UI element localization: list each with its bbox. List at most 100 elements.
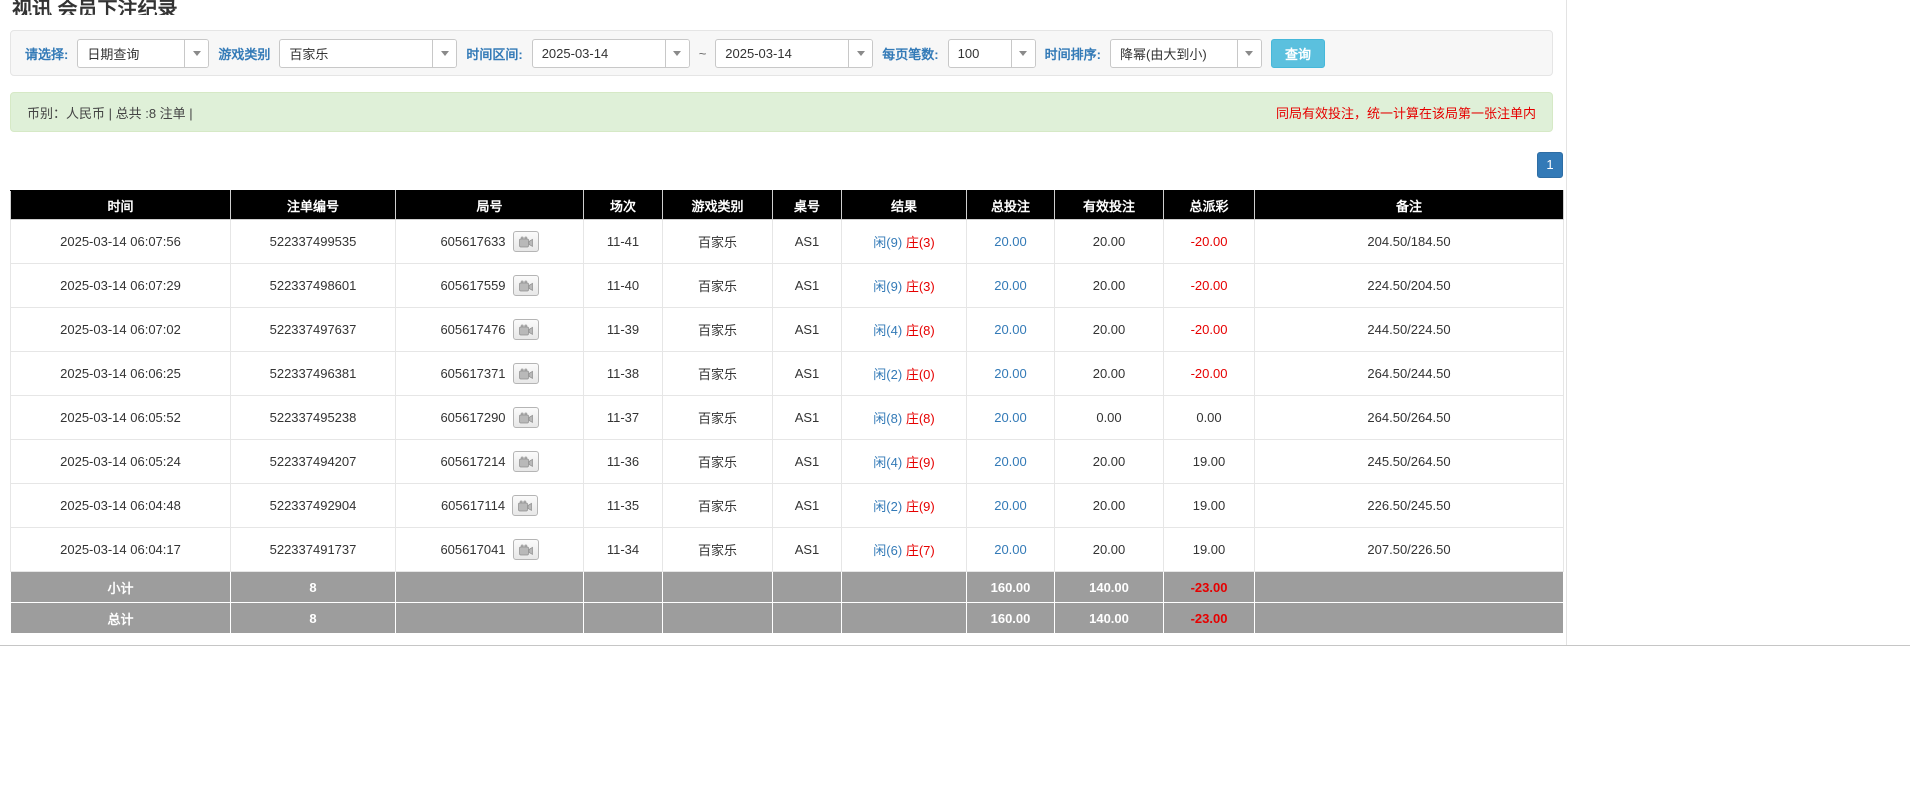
- cell-payout: -20.00: [1164, 308, 1255, 352]
- page: 视讯 会员下注纪录 请选择: 日期查询 游戏类别 百家乐 时间区间: 2025-…: [0, 0, 1910, 790]
- bet-records-table: 时间 注单编号 局号 场次 游戏类别 桌号 结果 总投注 有效投注 总派彩 备注…: [10, 190, 1564, 634]
- table-row: 2025-03-14 06:07:02522337497637605617476…: [11, 308, 1564, 352]
- cell-note: 264.50/264.50: [1255, 396, 1564, 440]
- cell-payout: 19.00: [1164, 484, 1255, 528]
- cell-total-bet[interactable]: 20.00: [967, 220, 1055, 264]
- round-id-text: 605617041: [440, 542, 505, 557]
- cell-empty: [584, 603, 663, 634]
- video-camera-icon: [519, 236, 533, 248]
- game-type-select[interactable]: 百家乐: [279, 39, 457, 68]
- cell-empty: [842, 572, 967, 603]
- round-id-text: 605617290: [440, 410, 505, 425]
- subtotal-count: 8: [231, 572, 396, 603]
- cell-game-type: 百家乐: [663, 220, 773, 264]
- chevron-down-icon[interactable]: [848, 40, 872, 67]
- result-player: 闲(4): [873, 455, 902, 470]
- date-range-separator: ~: [699, 46, 707, 61]
- date-from-input[interactable]: 2025-03-14: [532, 39, 690, 68]
- cell-total-bet[interactable]: 20.00: [967, 440, 1055, 484]
- cell-payout: 19.00: [1164, 440, 1255, 484]
- cell-result: 闲(9) 庄(3): [842, 264, 967, 308]
- cell-payout: -20.00: [1164, 264, 1255, 308]
- sort-order-value: 降幂(由大到小): [1111, 44, 1237, 63]
- cell-table-no: AS1: [773, 308, 842, 352]
- cell-time: 2025-03-14 06:04:48: [11, 484, 231, 528]
- cell-time: 2025-03-14 06:04:17: [11, 528, 231, 572]
- cell-table-no: AS1: [773, 220, 842, 264]
- cell-bet-id: 522337496381: [231, 352, 396, 396]
- column-header-round-id: 局号: [396, 191, 584, 220]
- cell-session: 11-41: [584, 220, 663, 264]
- cell-total-bet[interactable]: 20.00: [967, 484, 1055, 528]
- sort-order-label: 时间排序:: [1045, 44, 1101, 63]
- video-camera-icon: [519, 456, 533, 468]
- video-replay-button[interactable]: [513, 539, 539, 560]
- video-replay-button[interactable]: [513, 363, 539, 384]
- cell-valid-bet: 20.00: [1055, 264, 1164, 308]
- cell-session: 11-39: [584, 308, 663, 352]
- total-total-bet: 160.00: [967, 603, 1055, 634]
- cell-total-bet[interactable]: 20.00: [967, 528, 1055, 572]
- column-header-total-bet: 总投注: [967, 191, 1055, 220]
- cell-table-no: AS1: [773, 440, 842, 484]
- video-replay-button[interactable]: [513, 451, 539, 472]
- chevron-down-icon[interactable]: [1011, 40, 1035, 67]
- cell-bet-id: 522337499535: [231, 220, 396, 264]
- search-button[interactable]: 查询: [1271, 39, 1325, 68]
- cell-valid-bet: 0.00: [1055, 396, 1164, 440]
- video-camera-icon: [519, 324, 533, 336]
- chevron-down-icon[interactable]: [184, 40, 208, 67]
- chevron-down-icon[interactable]: [665, 40, 689, 67]
- page-size-select[interactable]: 100: [948, 39, 1036, 68]
- currency-total-summary: 币别：人民币 | 总共 :8 注单 |: [27, 103, 193, 122]
- cell-total-bet[interactable]: 20.00: [967, 352, 1055, 396]
- page-size-value: 100: [949, 46, 1011, 61]
- video-camera-icon: [519, 412, 533, 424]
- result-banker: 庄(7): [906, 543, 935, 558]
- video-replay-button[interactable]: [513, 319, 539, 340]
- query-type-label: 请选择:: [25, 44, 68, 63]
- table-row: 2025-03-14 06:05:24522337494207605617214…: [11, 440, 1564, 484]
- cell-time: 2025-03-14 06:05:52: [11, 396, 231, 440]
- cell-session: 11-34: [584, 528, 663, 572]
- table-row: 2025-03-14 06:06:25522337496381 605617371…: [11, 352, 1564, 396]
- video-replay-button[interactable]: [513, 231, 539, 252]
- chevron-down-icon[interactable]: [1237, 40, 1261, 67]
- cell-valid-bet: 20.00: [1055, 528, 1164, 572]
- cell-empty: [663, 572, 773, 603]
- page-title: 视讯 会员下注纪录: [12, 0, 1910, 15]
- cell-session: 11-35: [584, 484, 663, 528]
- cell-total-bet[interactable]: 20.00: [967, 308, 1055, 352]
- round-id-text: 605617214: [440, 454, 505, 469]
- cell-game-type: 百家乐: [663, 396, 773, 440]
- page-number-button[interactable]: 1: [1537, 152, 1563, 178]
- video-replay-button[interactable]: [512, 495, 538, 516]
- cell-payout: 19.00: [1164, 528, 1255, 572]
- total-payout: -23.00: [1164, 603, 1255, 634]
- cell-time: 2025-03-14 06:07:02: [11, 308, 231, 352]
- date-to-input[interactable]: 2025-03-14: [715, 39, 873, 68]
- cell-bet-id: 522337498601: [231, 264, 396, 308]
- query-type-select[interactable]: 日期查询: [77, 39, 209, 68]
- cell-valid-bet: 20.00: [1055, 308, 1164, 352]
- cell-total-bet[interactable]: 20.00: [967, 396, 1055, 440]
- video-replay-button[interactable]: [513, 275, 539, 296]
- video-replay-button[interactable]: [513, 407, 539, 428]
- cell-note: 245.50/264.50: [1255, 440, 1564, 484]
- frame-bottom-divider: [0, 645, 1910, 646]
- round-id-text: 605617371: [440, 366, 505, 381]
- cell-round-id: 605617114: [396, 484, 584, 528]
- result-banker: 庄(3): [906, 235, 935, 250]
- cell-time: 2025-03-14 06:06:25: [11, 352, 231, 396]
- round-id-text: 605617633: [440, 234, 505, 249]
- subtotal-label: 小计: [11, 572, 231, 603]
- round-id-text: 605617114: [441, 498, 505, 513]
- cell-time: 2025-03-14 06:07:29: [11, 264, 231, 308]
- cell-result: 闲(6) 庄(7): [842, 528, 967, 572]
- cell-total-bet[interactable]: 20.00: [967, 264, 1055, 308]
- cell-session: 11-40: [584, 264, 663, 308]
- sort-order-select[interactable]: 降幂(由大到小): [1110, 39, 1262, 68]
- cell-result: 闲(2) 庄(0): [842, 352, 967, 396]
- column-header-valid-bet: 有效投注: [1055, 191, 1164, 220]
- chevron-down-icon[interactable]: [432, 40, 456, 67]
